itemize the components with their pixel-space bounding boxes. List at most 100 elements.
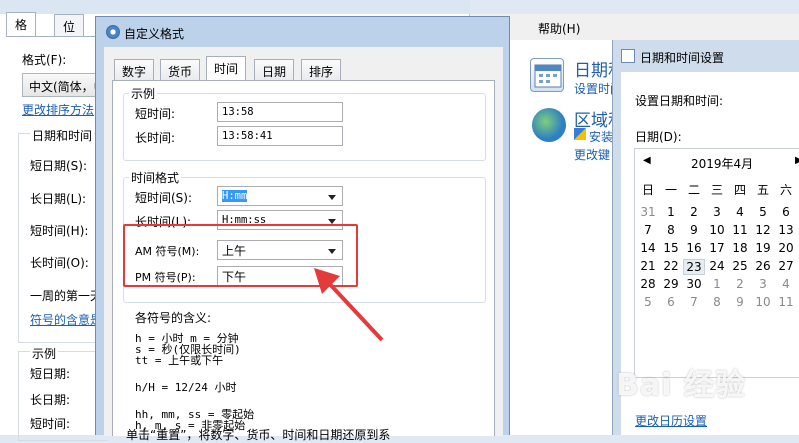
calendar-month[interactable]: 2019年4月	[691, 155, 753, 172]
calendar-day[interactable]: 7	[683, 295, 705, 309]
change-sort-link[interactable]: 更改排序方法	[22, 101, 94, 118]
example-short-date-label: 短日期:	[30, 367, 71, 381]
install-link[interactable]: 安装	[589, 128, 613, 145]
calendar-day[interactable]: 28	[637, 277, 659, 291]
example-legend: 示例	[129, 85, 158, 102]
datetime-settings-titlebar: 日期和时间设置	[613, 40, 799, 72]
calendar-day[interactable]: 25	[729, 259, 751, 273]
calendar-day[interactable]: 6	[775, 205, 797, 219]
calendar-day[interactable]: 16	[683, 241, 705, 255]
date-label: 日期(D):	[635, 130, 682, 144]
region-dialog-titlebar	[0, 0, 470, 14]
long-time-example-label: 长时间:	[135, 131, 176, 145]
datetime-group-legend: 日期和时间	[30, 127, 95, 144]
calendar-day[interactable]: 26	[752, 259, 774, 273]
long-time-example-field: 13:58:41	[217, 126, 343, 146]
calendar-day[interactable]: 3	[752, 277, 774, 291]
shield-icon	[574, 128, 586, 140]
help-12-24: h/H = 12/24 小时	[135, 381, 237, 394]
calendar-day[interactable]: 8	[660, 223, 682, 237]
tab-location[interactable]: 位置	[54, 14, 85, 51]
calendar-day[interactable]: 6	[660, 295, 682, 309]
symbol-meaning-link[interactable]: 符号的含意是	[30, 311, 102, 328]
weekday-header: 四	[733, 183, 746, 197]
weekday-header: 二	[687, 183, 700, 197]
long-time-label: 长时间(O):	[30, 256, 89, 270]
set-datetime-label: 设置日期和时间:	[635, 94, 724, 108]
calendar[interactable]: ◀ 2019年4月 ▶ 日一二三四五六 31 1 2 3 4 5 6 7 8 9 10 11 12 13 14…	[634, 148, 799, 378]
calendar-day[interactable]: 13	[775, 223, 797, 237]
calendar-day[interactable]: 8	[706, 295, 728, 309]
dialog-title-icon	[106, 25, 120, 39]
calendar-day[interactable]: 9	[683, 223, 705, 237]
example-short-time-label: 短时间:	[30, 417, 71, 431]
calendar-day[interactable]: 10	[706, 223, 728, 237]
calendar-day[interactable]: 7	[637, 223, 659, 237]
calendar-day[interactable]: 21	[637, 259, 659, 273]
dialog-title: 自定义格式	[124, 27, 185, 41]
symbol-meaning-title: 各符号的含义:	[135, 311, 212, 325]
calendar-day[interactable]: 3	[706, 205, 728, 219]
calendar-day[interactable]: 11	[729, 223, 751, 237]
calendar-day[interactable]: 23	[683, 259, 705, 275]
datetime-settings-title: 日期和时间设置	[640, 51, 725, 65]
calendar-day[interactable]: 5	[752, 205, 774, 219]
chevron-down-icon[interactable]	[328, 195, 336, 200]
tab-number[interactable]: 数字	[114, 59, 155, 80]
calendar-day[interactable]: 12	[752, 223, 774, 237]
prev-month-icon[interactable]: ◀	[643, 155, 651, 166]
globe-icon	[532, 108, 566, 142]
example-long-date-label: 长日期:	[30, 393, 71, 407]
calendar-day[interactable]: 24	[706, 259, 728, 273]
tab-sort[interactable]: 排序	[301, 59, 342, 80]
calendar-day[interactable]: 11	[775, 295, 797, 309]
weekday-header: 一	[664, 183, 677, 197]
short-time-example-field: 13:58	[217, 102, 343, 122]
calendar-day[interactable]: 2	[729, 277, 751, 291]
time-format-legend: 时间格式	[129, 169, 182, 186]
tab-date[interactable]: 日期	[254, 59, 295, 80]
format-combo[interactable]: 中文(简体，中	[22, 73, 100, 97]
change-calendar-link[interactable]: 更改日历设置	[635, 412, 707, 429]
calendar-day[interactable]: 1	[706, 277, 728, 291]
short-time-format-combo[interactable]: H:mm	[217, 186, 343, 206]
short-time-format-value: H:mm	[222, 190, 248, 202]
arrow-annotation-icon	[314, 268, 384, 342]
calendar-day[interactable]: 2	[683, 205, 705, 219]
calendar-day[interactable]: 20	[775, 241, 797, 255]
calendar-day[interactable]: 17	[706, 241, 728, 255]
calendar-clock-icon	[530, 58, 564, 92]
calendar-day[interactable]: 30	[683, 277, 705, 291]
calendar-day[interactable]: 19	[752, 241, 774, 255]
calendar-day[interactable]: 31	[637, 205, 659, 219]
calendar-day[interactable]: 4	[775, 277, 797, 291]
short-time-format-label: 短时间(S):	[135, 191, 193, 205]
long-date-label: 长日期(L):	[30, 192, 87, 206]
short-date-label: 短日期(S):	[30, 159, 88, 173]
calendar-day[interactable]: 22	[660, 259, 682, 273]
calendar-day[interactable]: 10	[752, 295, 774, 309]
next-month-icon[interactable]: ▶	[795, 155, 799, 166]
weekday-header: 三	[710, 183, 723, 197]
calendar-day[interactable]: 18	[729, 241, 751, 255]
calendar-icon	[621, 49, 635, 63]
tab-time[interactable]: 时间	[206, 56, 247, 81]
short-time-label: 短时间(H):	[30, 224, 89, 238]
calendar-day[interactable]: 4	[729, 205, 751, 219]
calendar-day[interactable]: 29	[660, 277, 682, 291]
calendar-day[interactable]: 15	[660, 241, 682, 255]
change-keyboard-link[interactable]: 更改键	[574, 146, 610, 163]
tab-currency[interactable]: 货币	[160, 59, 201, 80]
baidu-watermark: Bai 经验	[616, 368, 746, 403]
tab-format[interactable]: 格式	[6, 12, 37, 49]
calendar-day[interactable]: 14	[637, 241, 659, 255]
calendar-day[interactable]: 1	[660, 205, 682, 219]
calendar-day[interactable]: 27	[775, 259, 797, 273]
weekday-header: 五	[756, 183, 769, 197]
short-time-example-label: 短时间:	[135, 107, 176, 121]
calendar-day[interactable]: 9	[729, 295, 751, 309]
weekday-header: 六	[779, 183, 792, 197]
calendar-day[interactable]: 5	[637, 295, 659, 309]
menu-help[interactable]: 帮助(H)	[538, 20, 580, 37]
control-panel-menubar: 帮助(H)	[470, 14, 799, 40]
